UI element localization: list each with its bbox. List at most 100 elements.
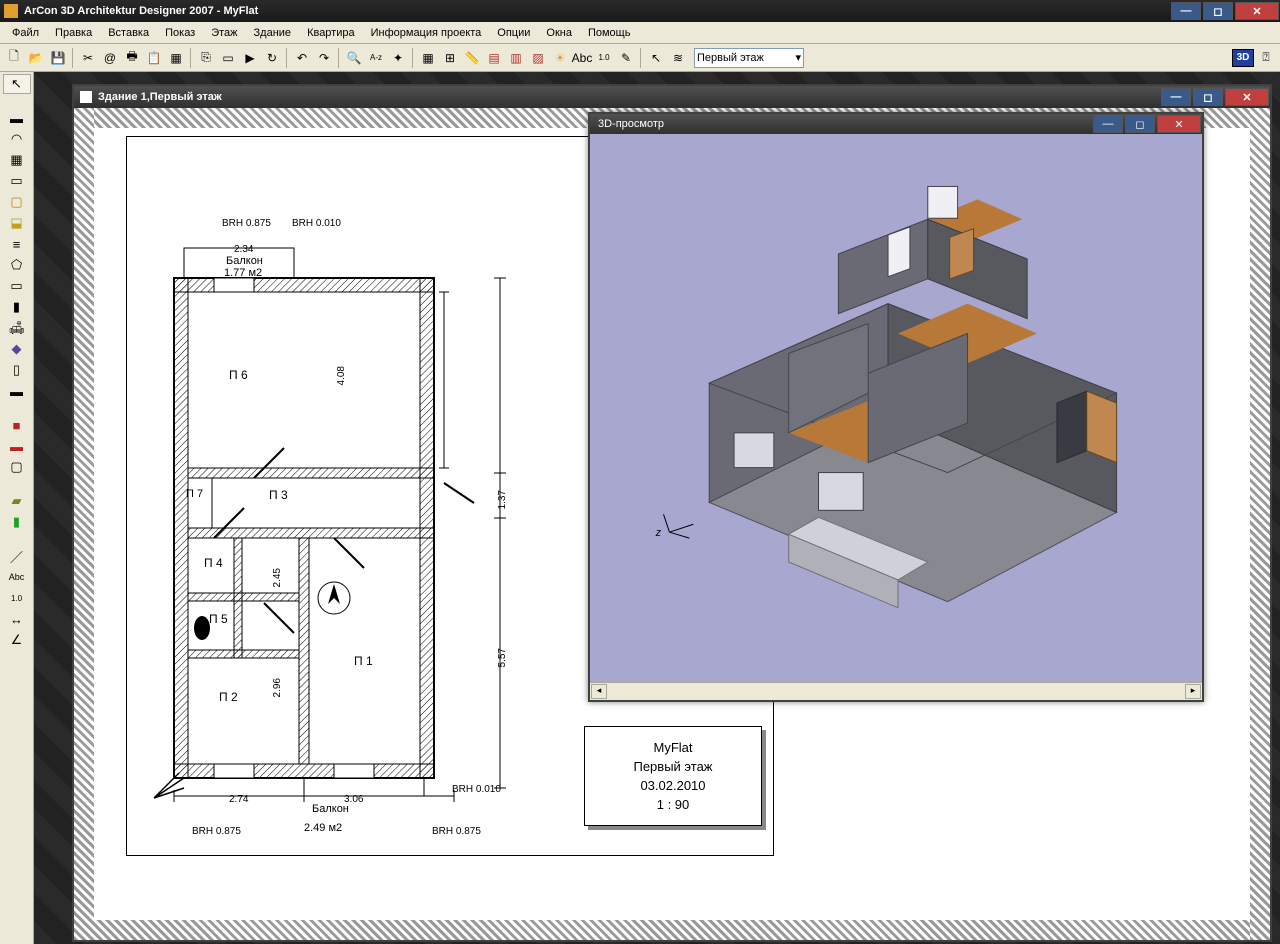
floor-selector[interactable]: Первый этаж ▾ — [694, 48, 804, 68]
tb-open-icon[interactable]: 📂 — [26, 48, 46, 68]
tool-dim2-icon[interactable]: 1.0 — [3, 588, 31, 608]
tool-angle-icon[interactable]: ∠ — [3, 630, 31, 650]
chevron-down-icon: ▾ — [795, 51, 801, 64]
menu-options[interactable]: Опции — [489, 25, 538, 41]
tb-compass-icon[interactable]: ✦ — [388, 48, 408, 68]
tool-red2-icon[interactable]: ▬ — [3, 436, 31, 456]
preview-minimize-button[interactable]: — — [1093, 115, 1123, 133]
tb-ruler-icon[interactable]: 📏 — [462, 48, 482, 68]
preview-h-scrollbar[interactable]: ◂ ▸ — [590, 682, 1202, 700]
menu-help[interactable]: Помощь — [580, 25, 639, 41]
tool-beam-icon[interactable]: ▬ — [3, 381, 31, 401]
tool-wall-icon[interactable]: ▬ — [3, 108, 31, 128]
tool-green-icon[interactable]: ▮ — [3, 512, 31, 532]
main-toolbar: 🗋 📂 💾 ✂ @ 🖶 📋 ▦ ⎘ ▭ ▶ ↻ ↶ ↷ 🔍 A-z ✦ ▦ ⊞ … — [0, 44, 1280, 72]
tb-doc-icon[interactable]: ▭ — [218, 48, 238, 68]
window-close-button[interactable]: ✕ — [1235, 2, 1279, 20]
tb-undo-icon[interactable]: ↶ — [292, 48, 312, 68]
tool-hatch-icon[interactable]: ▦ — [3, 150, 31, 170]
dim-line-right — [490, 278, 510, 788]
doc-minimize-button[interactable]: — — [1161, 88, 1191, 106]
tool-opening-icon[interactable]: ▭ — [3, 276, 31, 296]
tool-pointer-icon[interactable]: ↖ — [3, 74, 31, 94]
tb-sun-icon[interactable]: ☀ — [550, 48, 570, 68]
floor-plan-drawing — [134, 238, 454, 798]
menu-project-info[interactable]: Информация проекта — [363, 25, 490, 41]
tool-outline-icon[interactable]: ▢ — [3, 457, 31, 477]
left-tool-palette: ↖ ▬ ◠ ▦ ▭ ▢ ⬓ ≡ ⬠ ▭ ▮ 🛋 ◆ ▯ ▬ ■ ▬ ▢ ▰ ▮ … — [0, 72, 34, 944]
tool-chimney-icon[interactable]: ▮ — [3, 297, 31, 317]
preview-maximize-button[interactable]: ◻ — [1125, 115, 1155, 133]
document-title: Здание 1,Первый этаж — [98, 91, 222, 103]
menu-building[interactable]: Здание — [246, 25, 300, 41]
tb-layer3-icon[interactable]: ▨ — [528, 48, 548, 68]
app-titlebar: ArCon 3D Architektur Designer 2007 - MyF… — [0, 0, 1280, 22]
doc-icon — [80, 91, 92, 103]
tool-column-icon[interactable]: ▯ — [3, 360, 31, 380]
tb-move-icon[interactable]: ▶ — [240, 48, 260, 68]
preview-title: 3D-просмотр — [598, 118, 664, 130]
menu-edit[interactable]: Правка — [47, 25, 100, 41]
tb-wand-icon[interactable]: ✎ — [616, 48, 636, 68]
menu-apartment[interactable]: Квартира — [299, 25, 363, 41]
tool-line-icon[interactable]: ／ — [3, 546, 31, 566]
window-maximize-button[interactable]: ◻ — [1203, 2, 1233, 20]
tool-roof-icon[interactable]: ⬠ — [3, 255, 31, 275]
tool-furniture-icon[interactable]: 🛋 — [3, 318, 31, 338]
tool-window-icon[interactable]: ▢ — [3, 192, 31, 212]
tb-layer2-icon[interactable]: ▥ — [506, 48, 526, 68]
tb-print-icon[interactable]: 🖶 — [122, 48, 142, 68]
brh-label-top2: BRH 0.010 — [292, 218, 341, 229]
tb-arrow-icon[interactable]: ↖ — [646, 48, 666, 68]
preview-viewport[interactable]: z — [590, 134, 1202, 682]
menu-view[interactable]: Показ — [157, 25, 203, 41]
document-titlebar[interactable]: Здание 1,Первый этаж — ◻ ✕ — [74, 86, 1270, 108]
scroll-right-icon[interactable]: ▸ — [1185, 684, 1201, 699]
tb-zoomtext-icon[interactable]: A-z — [366, 48, 386, 68]
preview-close-button[interactable]: ✕ — [1157, 115, 1201, 133]
room-p3: П 3 — [269, 488, 288, 502]
tb-3d-mode-button[interactable]: 3D — [1232, 49, 1254, 67]
app-title: ArCon 3D Architektur Designer 2007 - MyF… — [24, 5, 258, 17]
tb-new-icon[interactable]: 🗋 — [4, 48, 24, 68]
tb-save-icon[interactable]: 💾 — [48, 48, 68, 68]
tool-stairs-icon[interactable]: ≡ — [3, 234, 31, 254]
tb-layer1-icon[interactable]: ▤ — [484, 48, 504, 68]
floor-selected-label: Первый этаж — [697, 52, 764, 64]
tool-red1-icon[interactable]: ■ — [3, 415, 31, 435]
tb-snap-icon[interactable]: ⊞ — [440, 48, 460, 68]
tb-redo-icon[interactable]: ↷ — [314, 48, 334, 68]
tb-paste-icon[interactable]: 📋 — [144, 48, 164, 68]
tb-help-icon[interactable]: ⍰ — [1256, 48, 1276, 68]
tb-mail-icon[interactable]: @ — [100, 48, 120, 68]
scroll-left-icon[interactable]: ◂ — [591, 684, 607, 699]
tool-terrain-icon[interactable]: ▰ — [3, 491, 31, 511]
window-minimize-button[interactable]: — — [1171, 2, 1201, 20]
tb-text-icon[interactable]: Abc — [572, 48, 592, 68]
tb-zoom-icon[interactable]: 🔍 — [344, 48, 364, 68]
tool-ceiling-icon[interactable]: ▭ — [3, 171, 31, 191]
tb-grid-icon[interactable]: ▦ — [418, 48, 438, 68]
tb-dim-icon[interactable]: 1.0 — [594, 48, 614, 68]
tb-flash-icon[interactable]: ≋ — [668, 48, 688, 68]
tb-cut-icon[interactable]: ✂ — [78, 48, 98, 68]
menu-file[interactable]: Файл — [4, 25, 47, 41]
tool-measure-icon[interactable]: ↔ — [3, 609, 31, 629]
tool-arc-icon[interactable]: ◠ — [3, 129, 31, 149]
tool-text2-icon[interactable]: Abc — [3, 567, 31, 587]
tool-door-icon[interactable]: ⬓ — [3, 213, 31, 233]
menu-windows[interactable]: Окна — [538, 25, 580, 41]
tb-properties-icon[interactable]: ▦ — [166, 48, 186, 68]
doc-maximize-button[interactable]: ◻ — [1193, 88, 1223, 106]
room-p1: П 1 — [354, 654, 373, 668]
menu-floor[interactable]: Этаж — [203, 25, 245, 41]
doc-close-button[interactable]: ✕ — [1225, 88, 1269, 106]
preview-titlebar[interactable]: 3D-просмотр — ◻ ✕ — [590, 114, 1202, 134]
tb-copy-icon[interactable]: ⎘ — [196, 48, 216, 68]
tool-object-icon[interactable]: ◆ — [3, 339, 31, 359]
brh-bottom-right2: BRH 0.875 — [432, 826, 481, 837]
menu-insert[interactable]: Вставка — [100, 25, 157, 41]
dim-4-08: 4.08 — [336, 366, 347, 385]
tb-rotate-icon[interactable]: ↻ — [262, 48, 282, 68]
info-project: MyFlat — [654, 740, 693, 755]
